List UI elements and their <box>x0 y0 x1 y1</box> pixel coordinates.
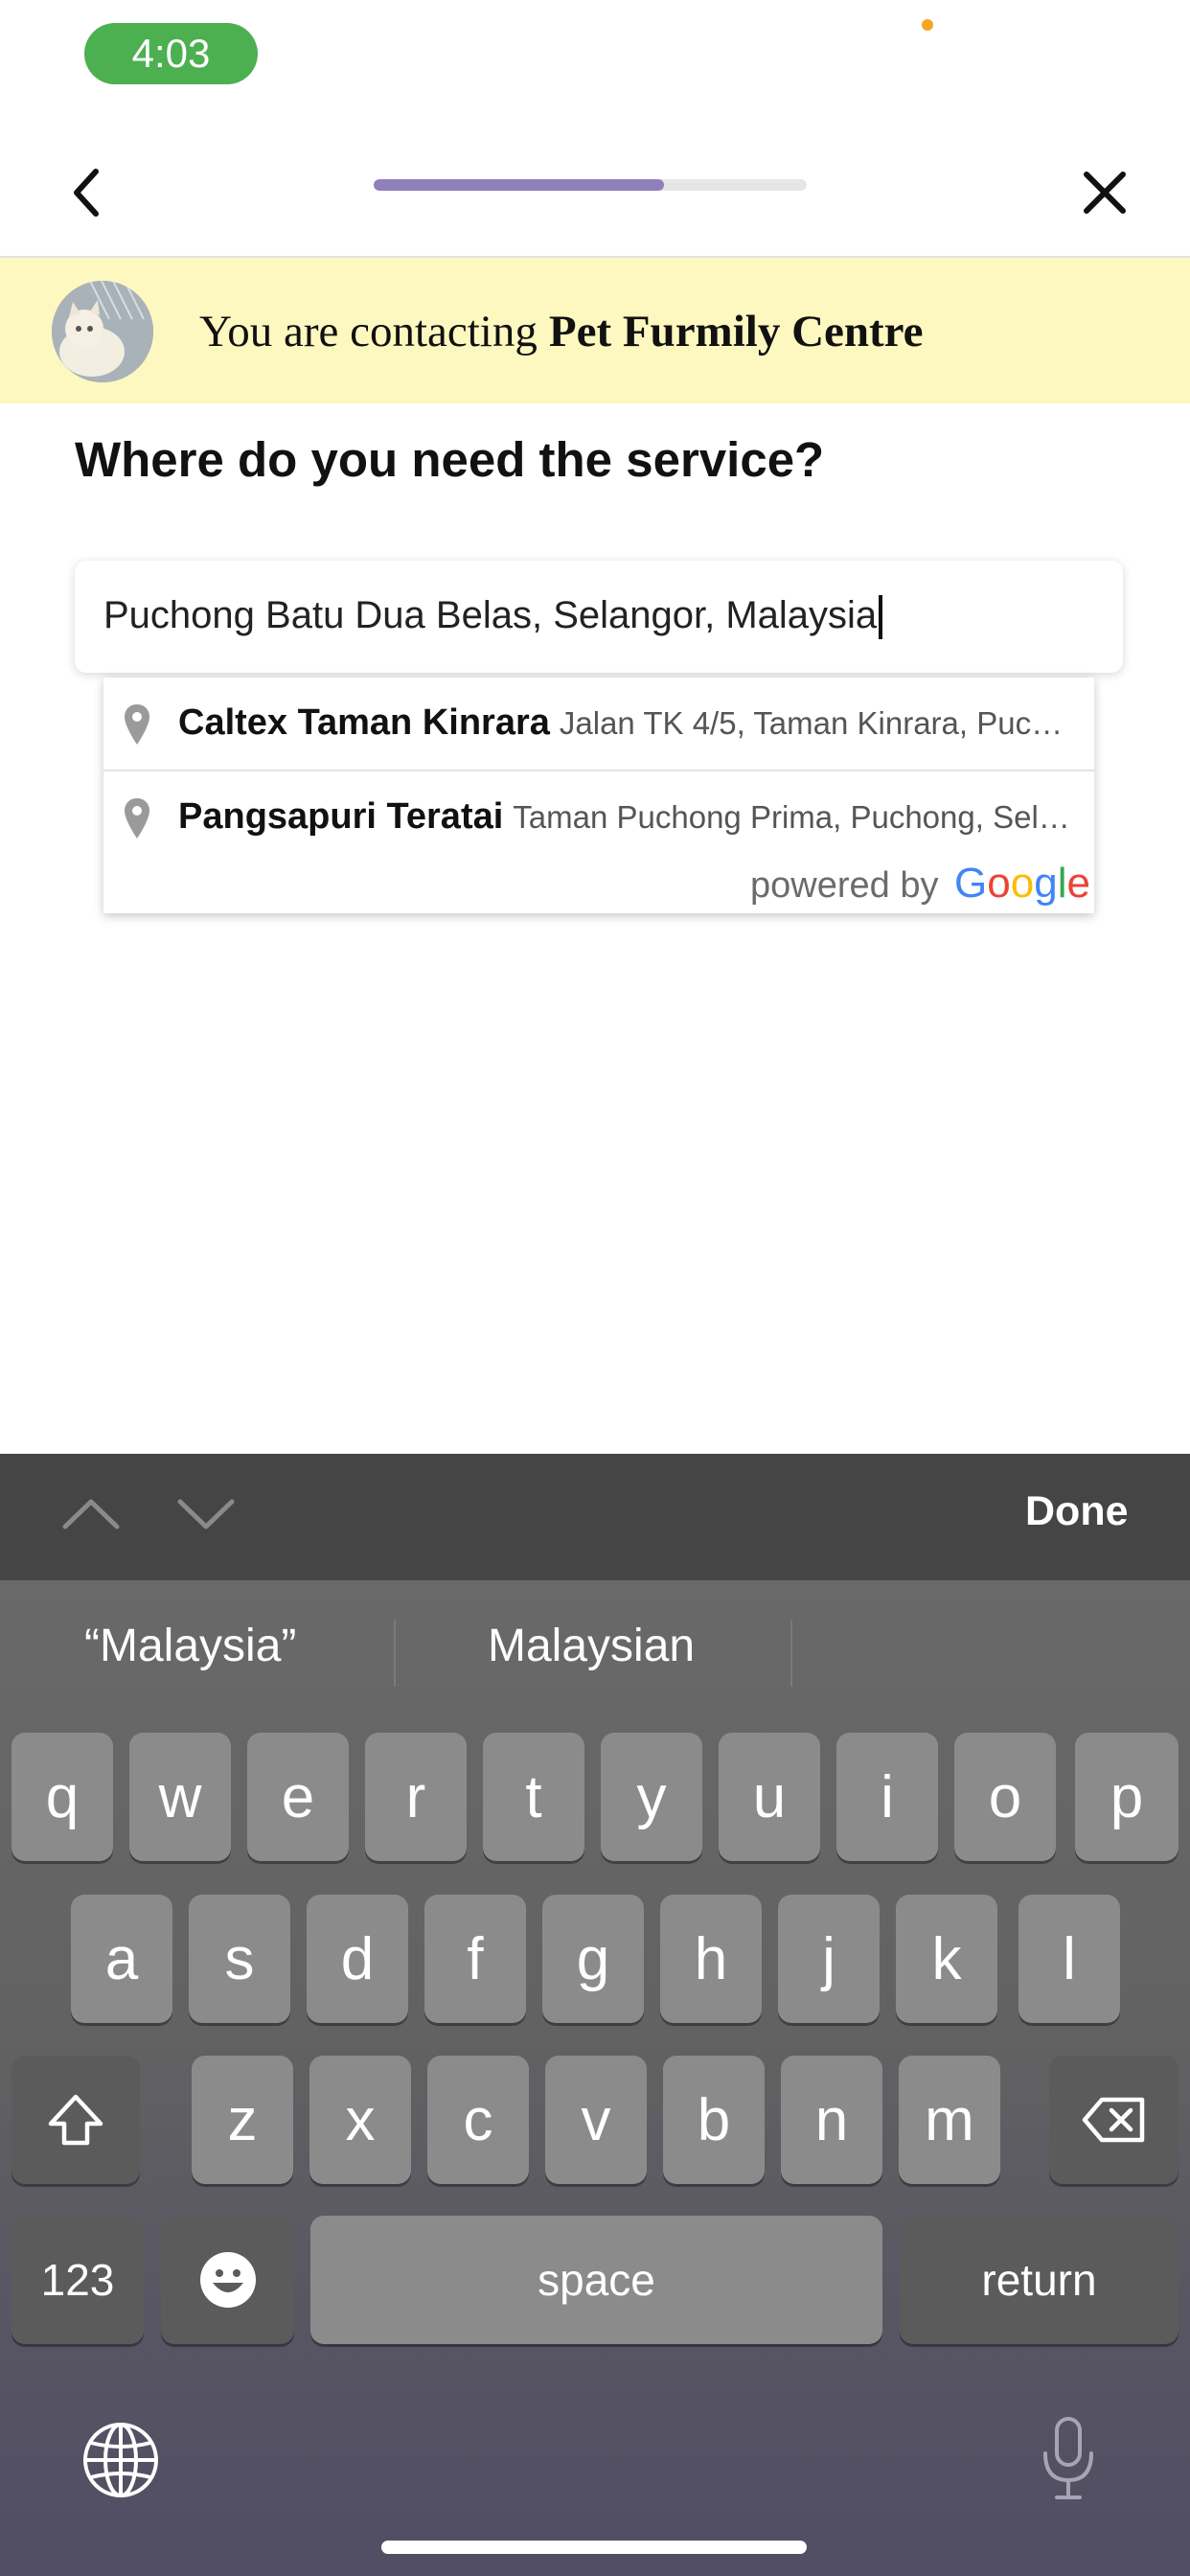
map-pin-icon <box>125 704 149 745</box>
powered-by-label: powered by <box>750 865 939 906</box>
done-button[interactable]: Done <box>1025 1488 1129 1535</box>
status-time: 4:03 <box>84 23 258 84</box>
page-title: Where do you need the service? <box>75 432 825 487</box>
key-m[interactable]: m <box>899 2056 1000 2184</box>
provider-name: Pet Furmily Centre <box>548 307 924 356</box>
key-p[interactable]: p <box>1075 1733 1179 1861</box>
prediction-quoted[interactable]: “Malaysia” <box>84 1620 296 1672</box>
place-suggestions: Caltex Taman Kinrara Jalan TK 4/5, Taman … <box>103 678 1094 913</box>
key-f[interactable]: f <box>424 1895 526 2023</box>
key-e[interactable]: e <box>247 1733 349 1861</box>
prediction-separator <box>790 1620 792 1687</box>
key-j[interactable]: j <box>778 1895 880 2023</box>
key-o[interactable]: o <box>954 1733 1056 1861</box>
suggestion-secondary-text: Taman Puchong Prima, Puchong, Selangor, … <box>513 799 1079 835</box>
shift-icon <box>48 2094 103 2146</box>
chevron-left-icon <box>74 169 99 217</box>
key-q[interactable]: q <box>11 1733 113 1861</box>
suggestion-main-text: Caltex Taman Kinrara <box>178 702 550 743</box>
prediction-separator <box>394 1620 396 1687</box>
next-field-icon[interactable] <box>172 1490 240 1538</box>
contact-banner-text: You are contacting Pet Furmily Centre <box>199 297 924 366</box>
location-input-value: Puchong Batu Dua Belas, Selangor, Malays… <box>103 593 878 636</box>
powered-by-google: powered by Google <box>750 860 1090 908</box>
progress-fill <box>374 179 664 191</box>
key-x[interactable]: x <box>309 2056 411 2184</box>
banner-prefix: You are contacting <box>199 307 538 356</box>
key-t[interactable]: t <box>483 1733 584 1861</box>
key-r[interactable]: r <box>365 1733 467 1861</box>
back-button[interactable] <box>57 159 115 226</box>
close-icon <box>1084 172 1126 214</box>
emoji-key[interactable] <box>161 2216 294 2344</box>
suggestion-item[interactable]: Pangsapuri Teratai Taman Puchong Prima, P… <box>103 771 1094 862</box>
key-i[interactable]: i <box>836 1733 938 1861</box>
google-logo: Google <box>954 860 1090 907</box>
suggestion-main-text: Pangsapuri Teratai <box>178 796 504 837</box>
return-key[interactable]: return <box>900 2216 1179 2344</box>
delete-key[interactable] <box>1049 2056 1179 2184</box>
key-z[interactable]: z <box>192 2056 293 2184</box>
key-k[interactable]: k <box>896 1895 997 2023</box>
provider-avatar <box>52 281 153 382</box>
space-key[interactable]: space <box>310 2216 882 2344</box>
key-w[interactable]: w <box>129 1733 231 1861</box>
key-a[interactable]: a <box>71 1895 172 2023</box>
backspace-icon <box>1082 2097 1144 2143</box>
emoji-icon <box>199 2252 256 2308</box>
home-indicator <box>381 2541 807 2554</box>
numbers-key[interactable]: 123 <box>11 2216 144 2344</box>
progress-bar <box>374 179 807 191</box>
key-l[interactable]: l <box>1018 1895 1120 2023</box>
map-pin-icon <box>125 798 149 839</box>
suggestion-item[interactable]: Caltex Taman Kinrara Jalan TK 4/5, Taman … <box>103 678 1094 769</box>
privacy-indicator-dot <box>922 19 933 31</box>
prediction-suggestion[interactable]: Malaysian <box>488 1620 695 1672</box>
key-y[interactable]: y <box>601 1733 702 1861</box>
shift-key[interactable] <box>11 2056 140 2184</box>
location-input[interactable]: Puchong Batu Dua Belas, Selangor, Malays… <box>75 561 1123 673</box>
suggestion-secondary-text: Jalan TK 4/5, Taman Kinrara, Puchong, Se… <box>559 705 1079 741</box>
globe-icon[interactable] <box>80 2420 161 2500</box>
key-n[interactable]: n <box>781 2056 882 2184</box>
previous-field-icon[interactable] <box>57 1490 125 1538</box>
key-g[interactable]: g <box>542 1895 644 2023</box>
key-b[interactable]: b <box>663 2056 765 2184</box>
microphone-icon[interactable] <box>1040 2415 1097 2503</box>
text-caret <box>879 595 883 640</box>
key-v[interactable]: v <box>545 2056 647 2184</box>
key-u[interactable]: u <box>719 1733 820 1861</box>
key-d[interactable]: d <box>307 1895 408 2023</box>
key-c[interactable]: c <box>427 2056 529 2184</box>
close-button[interactable] <box>1071 159 1138 226</box>
key-s[interactable]: s <box>189 1895 290 2023</box>
key-h[interactable]: h <box>660 1895 762 2023</box>
